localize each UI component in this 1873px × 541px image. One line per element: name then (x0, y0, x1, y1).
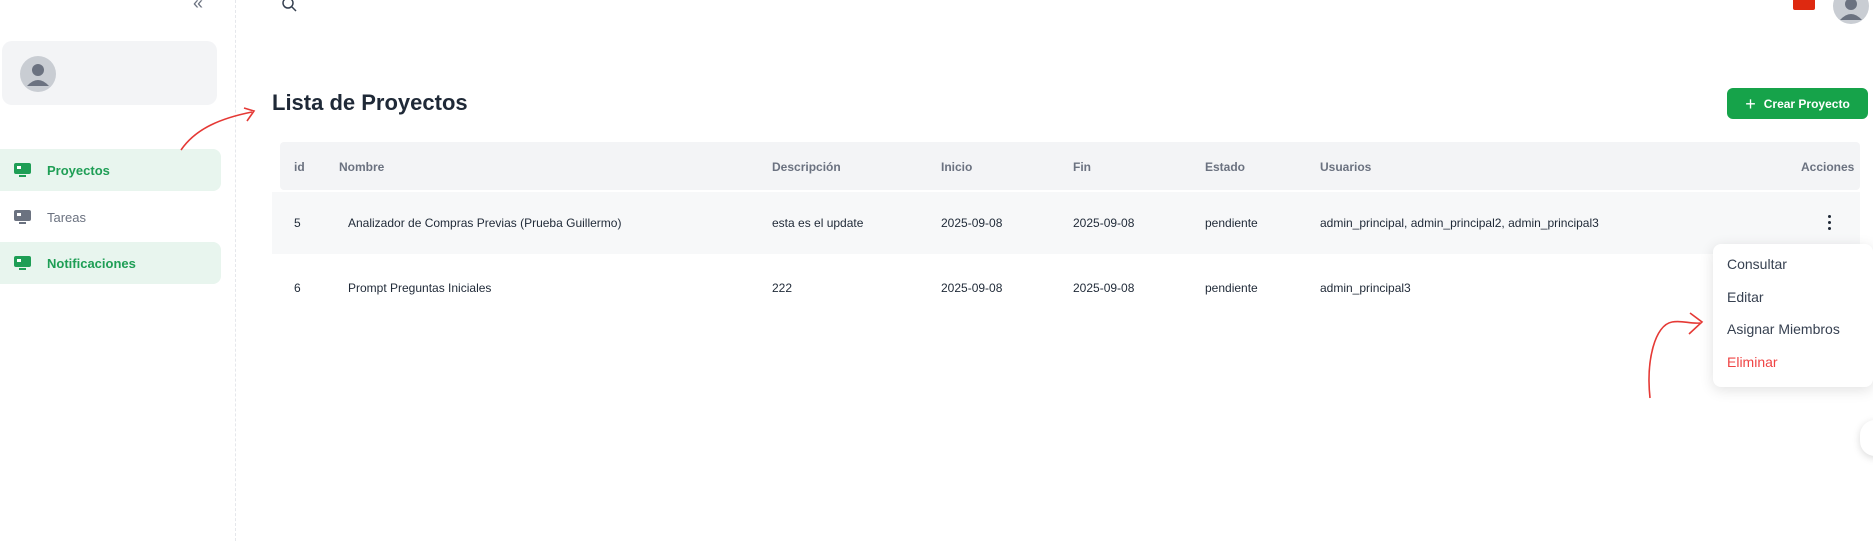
actions-dropdown-menu: Consultar Editar Asignar Miembros Elimin… (1713, 244, 1873, 387)
cell-inicio: 2025-09-08 (941, 281, 1003, 295)
table-row[interactable]: 6 Prompt Preguntas Iniciales 222 2025-09… (272, 257, 1860, 319)
plus-icon: + (1745, 93, 1756, 114)
user-card (2, 41, 217, 105)
user-avatar-icon[interactable] (1833, 0, 1869, 24)
more-actions-icon[interactable] (1822, 210, 1836, 234)
sidebar-item-notificaciones[interactable]: Notificaciones (0, 242, 221, 284)
sidebar: « Proyectos Tareas Notificaciones (0, 0, 236, 541)
column-header-id: id (294, 160, 305, 174)
column-header-usuarios: Usuarios (1320, 160, 1372, 174)
monitor-icon (13, 254, 33, 272)
cell-usuarios: admin_principal3 (1320, 281, 1411, 295)
column-header-inicio: Inicio (941, 160, 973, 174)
column-header-descripcion: Descripción (772, 160, 841, 174)
column-header-fin: Fin (1073, 160, 1091, 174)
monitor-icon (13, 161, 33, 179)
cell-nombre: Analizador de Compras Previas (Prueba Gu… (348, 216, 622, 230)
floating-action-handle[interactable] (1860, 420, 1873, 456)
create-project-button[interactable]: + Crear Proyecto (1727, 88, 1868, 119)
cell-fin: 2025-09-08 (1073, 216, 1135, 230)
page-title: Lista de Proyectos (272, 90, 468, 115)
cell-id: 5 (294, 216, 301, 230)
sidebar-item-label: Proyectos (47, 162, 110, 178)
cell-usuarios: admin_principal, admin_principal2, admin… (1320, 216, 1599, 230)
user-avatar-icon (20, 56, 56, 92)
column-header-nombre: Nombre (339, 160, 385, 174)
column-header-estado: Estado (1205, 160, 1246, 174)
menu-item-consultar[interactable]: Consultar (1727, 256, 1787, 272)
sidebar-item-label: Tareas (47, 209, 87, 225)
china-flag-icon[interactable] (1793, 0, 1815, 10)
menu-item-eliminar[interactable]: Eliminar (1727, 354, 1778, 370)
sidebar-item-tareas[interactable]: Tareas (0, 196, 221, 238)
cell-estado: pendiente (1205, 216, 1258, 230)
cell-id: 6 (294, 281, 301, 295)
cell-estado: pendiente (1205, 281, 1258, 295)
cell-nombre: Prompt Preguntas Iniciales (348, 281, 492, 295)
table-row[interactable]: 5 Analizador de Compras Previas (Prueba … (272, 192, 1860, 254)
menu-item-editar[interactable]: Editar (1727, 289, 1764, 305)
annotation-arrow-menu (1648, 320, 1701, 399)
annotation-arrowhead-title (243, 107, 256, 122)
monitor-icon (13, 208, 33, 226)
search-icon[interactable] (281, 0, 297, 12)
collapse-sidebar-icon[interactable]: « (188, 0, 208, 13)
menu-item-asignar-miembros[interactable]: Asignar Miembros (1727, 321, 1840, 337)
cell-descripcion: 222 (772, 281, 793, 295)
column-header-acciones: Acciones (1801, 160, 1855, 174)
create-project-label: Crear Proyecto (1763, 96, 1850, 111)
cell-inicio: 2025-09-08 (941, 216, 1003, 230)
sidebar-item-label: Notificaciones (47, 255, 136, 271)
cell-descripcion: esta es el update (772, 216, 864, 230)
table-header: id Nombre Descripción Inicio Fin Estado … (280, 142, 1860, 190)
sidebar-item-proyectos[interactable]: Proyectos (0, 149, 221, 191)
cell-fin: 2025-09-08 (1073, 281, 1135, 295)
